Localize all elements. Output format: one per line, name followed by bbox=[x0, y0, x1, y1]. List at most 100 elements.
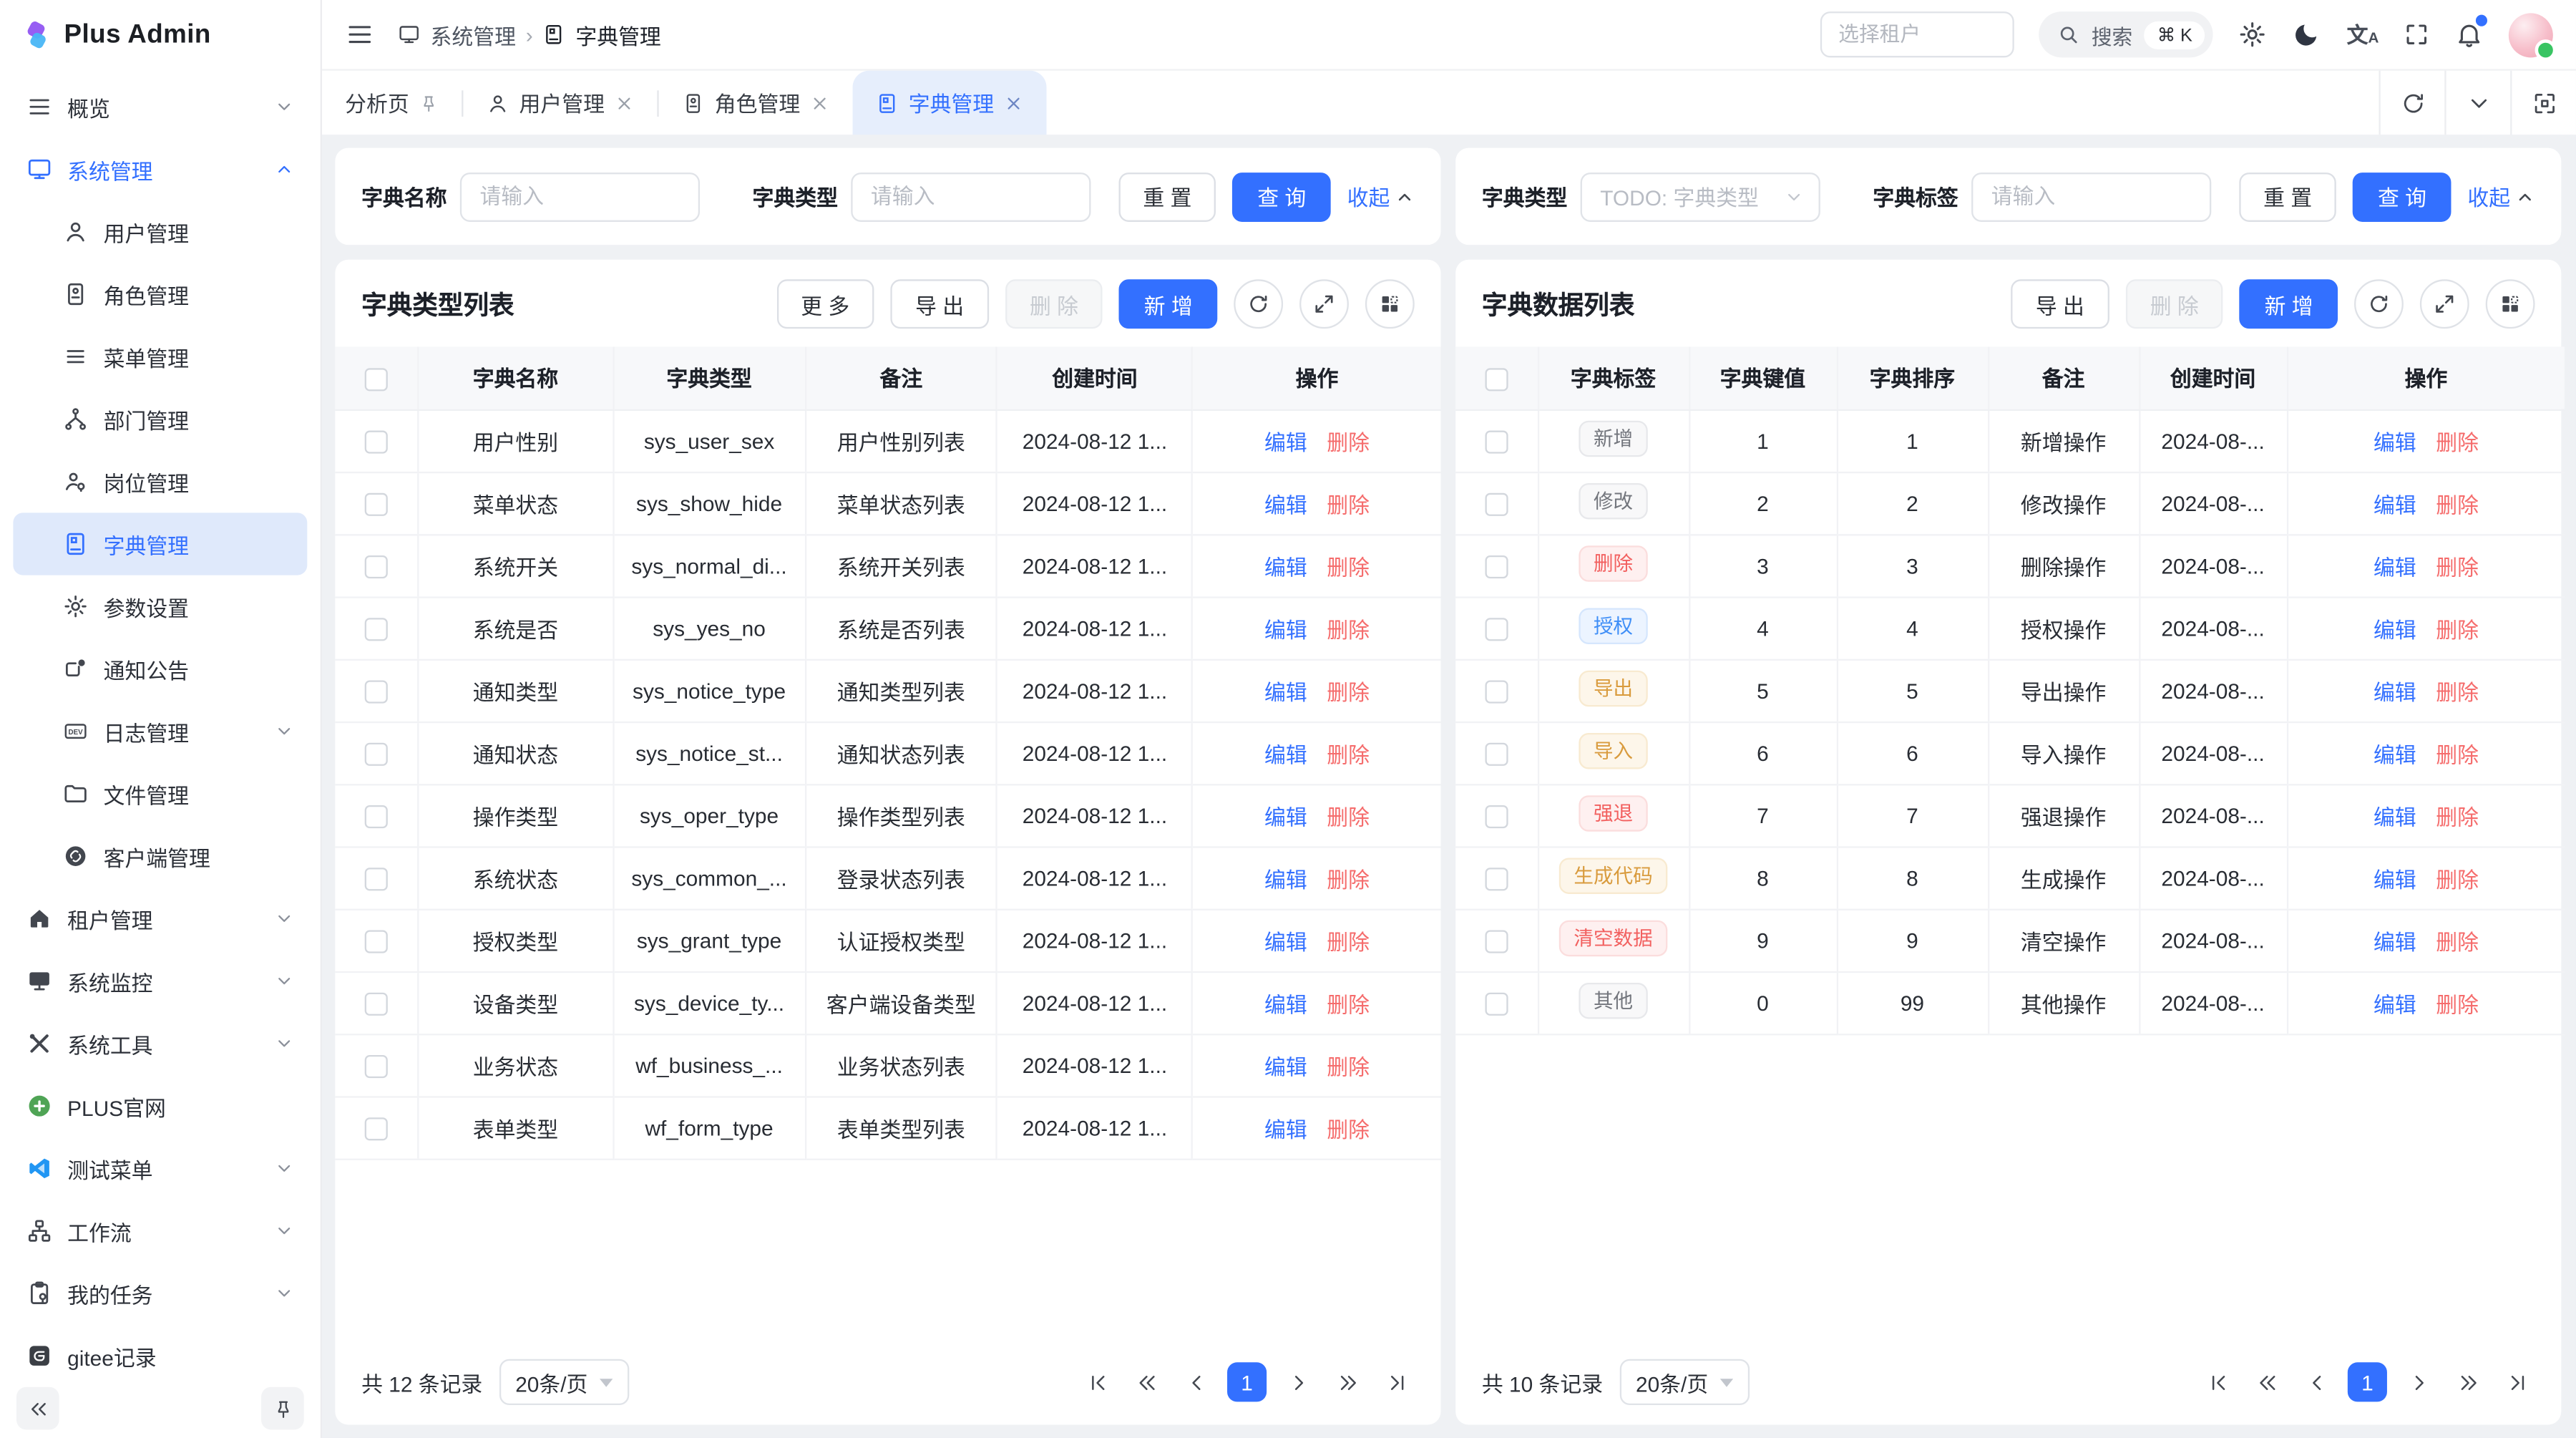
column-settings-button[interactable] bbox=[1365, 279, 1415, 329]
sidebar-item-dict-management[interactable]: 字典管理 bbox=[13, 512, 307, 575]
edit-link[interactable]: 编辑 bbox=[1264, 492, 1307, 517]
edit-link[interactable]: 编辑 bbox=[2373, 929, 2416, 953]
add-button[interactable]: 新 增 bbox=[2240, 279, 2338, 329]
row-checkbox[interactable] bbox=[1485, 992, 1508, 1015]
translate-icon[interactable]: 文A bbox=[2347, 24, 2379, 45]
sidebar-item-post-management[interactable]: 岗位管理 bbox=[13, 450, 307, 512]
tab-analysis[interactable]: 分析页 bbox=[322, 71, 462, 135]
refresh-page-button[interactable] bbox=[2379, 71, 2444, 135]
column-settings-button[interactable] bbox=[2486, 279, 2535, 329]
sidebar-item-department-management[interactable]: 部门管理 bbox=[13, 388, 307, 450]
row-checkbox[interactable] bbox=[365, 492, 388, 515]
first-page-button[interactable] bbox=[2200, 1364, 2236, 1401]
expand-table-button[interactable] bbox=[2420, 279, 2469, 329]
row-checkbox[interactable] bbox=[1485, 742, 1508, 765]
edit-link[interactable]: 编辑 bbox=[1264, 617, 1307, 641]
page-size-select[interactable]: 20条/页 bbox=[1619, 1359, 1750, 1405]
next-page-button[interactable] bbox=[2400, 1364, 2436, 1401]
row-checkbox[interactable] bbox=[365, 618, 388, 641]
row-checkbox[interactable] bbox=[1485, 680, 1508, 703]
delete-link[interactable]: 删除 bbox=[2436, 492, 2479, 517]
reset-button[interactable]: 重 置 bbox=[1118, 172, 1216, 221]
delete-link[interactable]: 删除 bbox=[1327, 992, 1370, 1016]
refresh-table-button[interactable] bbox=[1234, 279, 1283, 329]
delete-link[interactable]: 删除 bbox=[1327, 555, 1370, 579]
delete-link[interactable]: 删除 bbox=[1327, 429, 1370, 454]
breadcrumb-parent[interactable]: 系统管理 bbox=[431, 19, 516, 50]
row-checkbox[interactable] bbox=[365, 930, 388, 953]
delete-link[interactable]: 删除 bbox=[1327, 617, 1370, 641]
edit-link[interactable]: 编辑 bbox=[2373, 992, 2416, 1016]
edit-link[interactable]: 编辑 bbox=[1264, 992, 1307, 1016]
edit-link[interactable]: 编辑 bbox=[2373, 867, 2416, 891]
sidebar-item-test-menu[interactable]: 测试菜单 bbox=[13, 1137, 307, 1200]
delete-link[interactable]: 删除 bbox=[1327, 492, 1370, 517]
refresh-table-button[interactable] bbox=[2354, 279, 2404, 329]
edit-link[interactable]: 编辑 bbox=[1264, 805, 1307, 829]
row-checkbox[interactable] bbox=[1485, 555, 1508, 578]
prev-5-pages-button[interactable] bbox=[2249, 1364, 2285, 1401]
settings-gear-icon[interactable] bbox=[2238, 20, 2268, 49]
prev-page-button[interactable] bbox=[1178, 1364, 1214, 1401]
hamburger-icon[interactable] bbox=[345, 20, 374, 49]
close-icon[interactable] bbox=[615, 93, 635, 113]
edit-link[interactable]: 编辑 bbox=[1264, 867, 1307, 891]
sidebar-item-plus-website[interactable]: PLUS官网 bbox=[13, 1075, 307, 1137]
reset-button[interactable]: 重 置 bbox=[2239, 172, 2337, 221]
add-button[interactable]: 新 增 bbox=[1119, 279, 1217, 329]
current-page[interactable]: 1 bbox=[1227, 1362, 1267, 1401]
dict-type-select[interactable]: TODO: 字典类型 bbox=[1581, 172, 1820, 221]
row-checkbox[interactable] bbox=[1485, 930, 1508, 953]
edit-link[interactable]: 编辑 bbox=[1264, 679, 1307, 704]
fullscreen-icon[interactable] bbox=[2404, 21, 2430, 48]
sidebar-item-notice[interactable]: 通知公告 bbox=[13, 638, 307, 700]
global-search[interactable]: 搜索 ⌘ K bbox=[2039, 11, 2213, 57]
avatar[interactable] bbox=[2509, 12, 2553, 57]
delete-link[interactable]: 删除 bbox=[2436, 867, 2479, 891]
row-checkbox[interactable] bbox=[1485, 618, 1508, 641]
sidebar-item-system-tools[interactable]: 系统工具 bbox=[13, 1012, 307, 1074]
delete-link[interactable]: 删除 bbox=[1327, 929, 1370, 953]
collapse-sidebar-button[interactable] bbox=[16, 1387, 59, 1430]
last-page-button[interactable] bbox=[1378, 1364, 1415, 1401]
delete-link[interactable]: 删除 bbox=[2436, 679, 2479, 704]
delete-link[interactable]: 删除 bbox=[1327, 679, 1370, 704]
more-button[interactable]: 更 多 bbox=[776, 279, 874, 329]
row-checkbox[interactable] bbox=[365, 1117, 388, 1140]
delete-link[interactable]: 删除 bbox=[1327, 1054, 1370, 1079]
dict-name-input[interactable] bbox=[460, 172, 700, 221]
delete-link[interactable]: 删除 bbox=[2436, 429, 2479, 454]
content-fullscreen-button[interactable] bbox=[2510, 71, 2576, 135]
pin-icon[interactable] bbox=[419, 93, 439, 113]
dict-tag-input[interactable] bbox=[1971, 172, 2211, 221]
tenant-select-input[interactable] bbox=[1820, 11, 2014, 57]
delete-link[interactable]: 删除 bbox=[2436, 555, 2479, 579]
close-icon[interactable] bbox=[1004, 93, 1024, 113]
expand-table-button[interactable] bbox=[1299, 279, 1349, 329]
dict-type-input[interactable] bbox=[851, 172, 1091, 221]
delete-link[interactable]: 删除 bbox=[2436, 805, 2479, 829]
sidebar-item-role-management[interactable]: 角色管理 bbox=[13, 263, 307, 325]
sidebar-item-client-management[interactable]: 客户端管理 bbox=[13, 825, 307, 888]
delete-link[interactable]: 删除 bbox=[2436, 992, 2479, 1016]
collapse-search-link[interactable]: 收起 bbox=[2467, 181, 2534, 213]
next-5-pages-button[interactable] bbox=[2449, 1364, 2486, 1401]
tab-user-management[interactable]: 用户管理 bbox=[463, 71, 657, 135]
delete-link[interactable]: 删除 bbox=[2436, 929, 2479, 953]
prev-5-pages-button[interactable] bbox=[1128, 1364, 1165, 1401]
edit-link[interactable]: 编辑 bbox=[2373, 429, 2416, 454]
row-checkbox[interactable] bbox=[365, 430, 388, 453]
edit-link[interactable]: 编辑 bbox=[2373, 679, 2416, 704]
edit-link[interactable]: 编辑 bbox=[1264, 1054, 1307, 1079]
sidebar-item-file-management[interactable]: 文件管理 bbox=[13, 762, 307, 825]
next-5-pages-button[interactable] bbox=[1329, 1364, 1365, 1401]
sidebar-item-my-tasks[interactable]: 我的任务 bbox=[13, 1262, 307, 1324]
row-checkbox[interactable] bbox=[365, 1054, 388, 1077]
delete-button[interactable]: 删 除 bbox=[1005, 279, 1103, 329]
tab-dict-management[interactable]: 字典管理 bbox=[853, 71, 1047, 135]
sidebar-item-menu-management[interactable]: 菜单管理 bbox=[13, 326, 307, 388]
sidebar-item-log-management[interactable]: DEV 日志管理 bbox=[13, 700, 307, 762]
edit-link[interactable]: 编辑 bbox=[2373, 742, 2416, 767]
query-button[interactable]: 查 询 bbox=[1233, 172, 1331, 221]
delete-link[interactable]: 删除 bbox=[2436, 617, 2479, 641]
